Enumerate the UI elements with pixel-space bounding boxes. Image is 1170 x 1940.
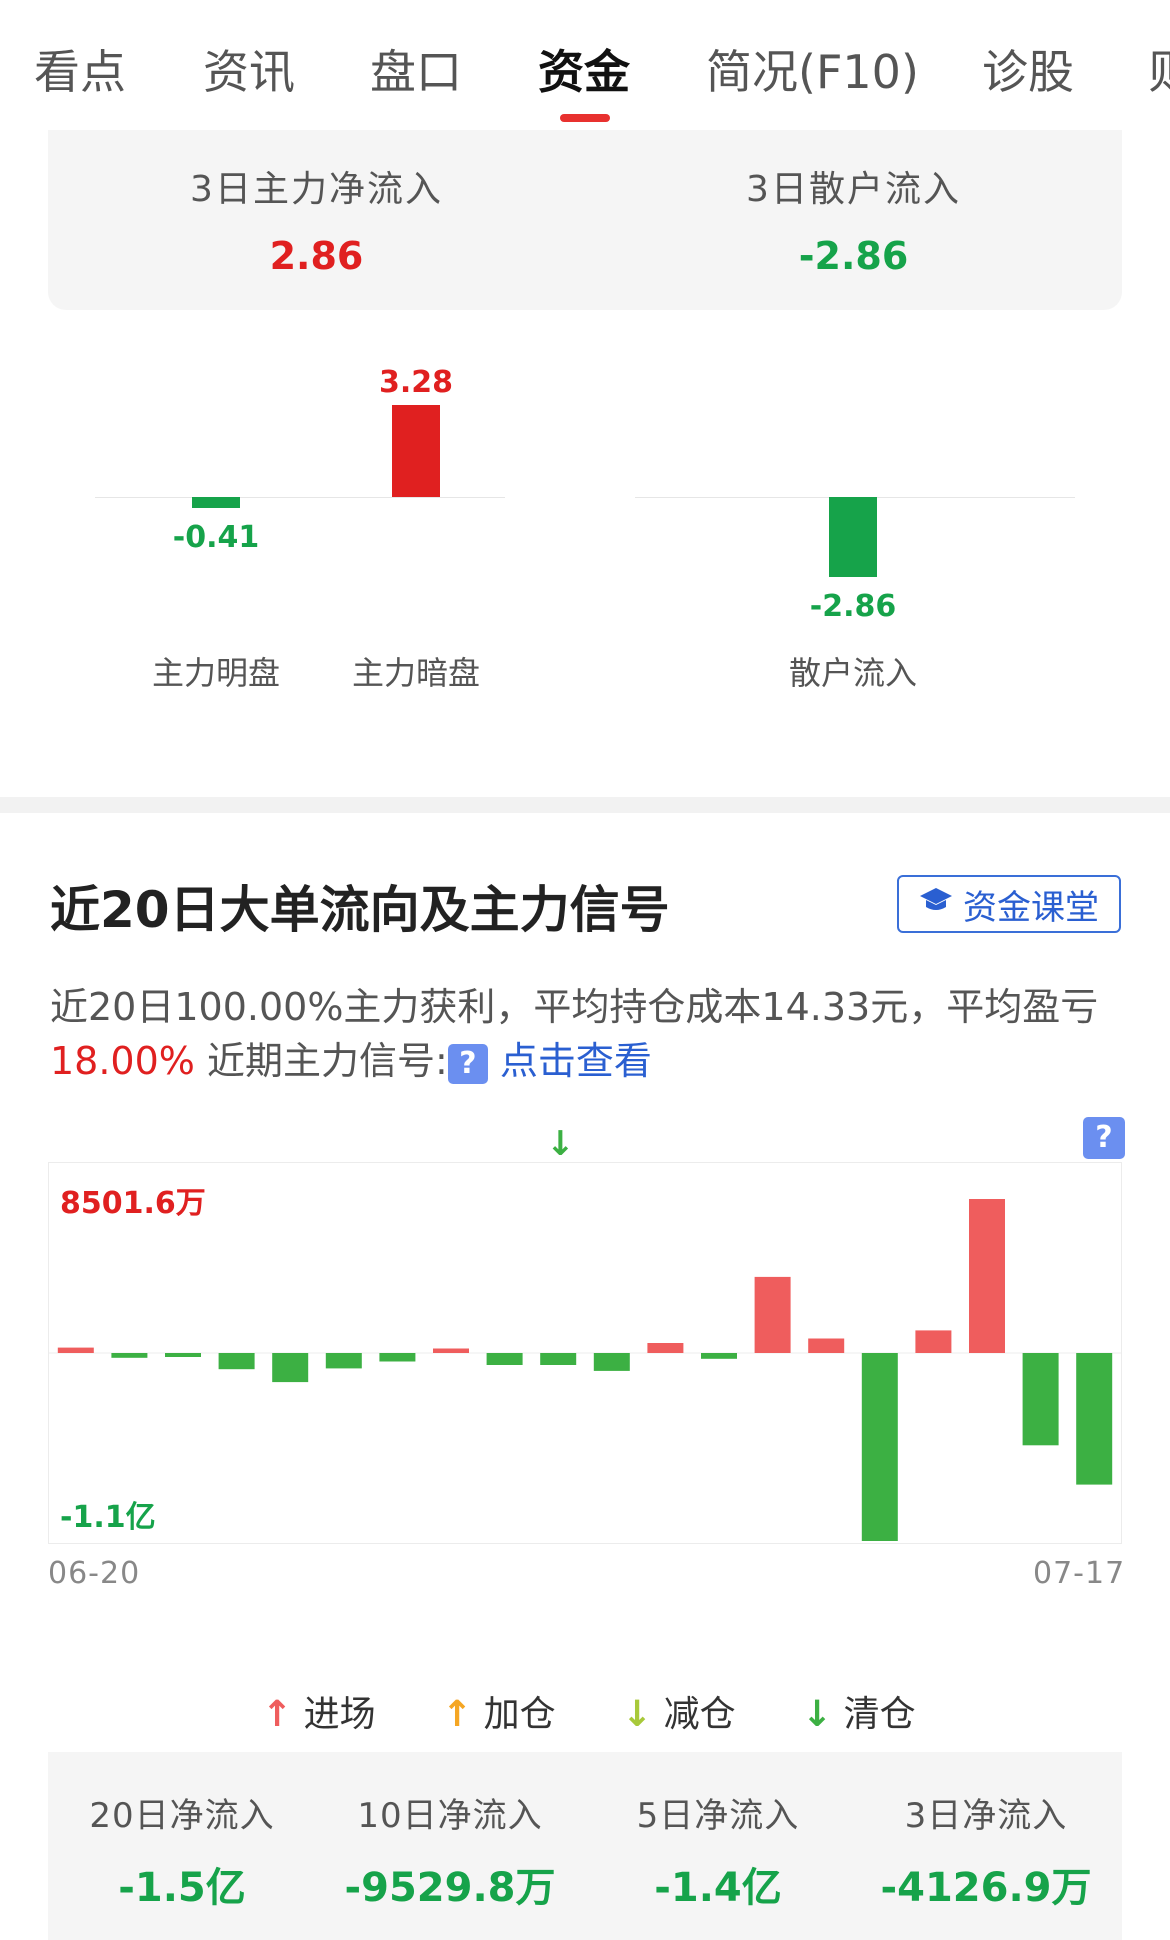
stat-3d: 3日净流入 -4126.9万: [852, 1788, 1120, 1913]
legend-clear-label: 清仓: [843, 1694, 916, 1735]
section-divider: [0, 797, 1170, 813]
legend-add-label: 加仓: [483, 1694, 556, 1735]
chart-end-date: 07-17: [1033, 1556, 1126, 1591]
active-tab-indicator: [560, 114, 610, 122]
flow-bar: [808, 1338, 845, 1353]
down-arrow-icon: ↓: [622, 1694, 653, 1735]
tab-diagnose[interactable]: 诊股: [982, 36, 1074, 102]
tab-more[interactable]: 则: [1148, 36, 1170, 102]
mini-bar-retail-label: 散户流入: [788, 654, 917, 692]
mini-bar-main-dark: [392, 405, 440, 497]
funds-course-label: 资金课堂: [963, 887, 1099, 928]
legend-reduce-label: 减仓: [663, 1694, 736, 1735]
stat-3d-label: 3日净流入: [904, 1796, 1068, 1836]
profit-percent: 18.00%: [50, 1039, 195, 1083]
signal-label: 近期主力信号:: [207, 1039, 448, 1083]
flow-bar: [754, 1276, 791, 1353]
net-inflow-stats: 20日净流入 -1.5亿 10日净流入 -9529.8万 5日净流入 -1.4亿…: [48, 1752, 1122, 1940]
chart-help-icon[interactable]: ?: [1083, 1117, 1125, 1159]
profit-description-text: 近20日100.00%主力获利，平均持仓成本14.33元，平均盈亏: [50, 985, 1099, 1029]
summary-retail-inflow: 3日散户流入 -2.86: [585, 160, 1122, 278]
summary-main-value: 2.86: [269, 234, 364, 278]
down-arrow-icon: ↓: [802, 1694, 833, 1735]
flow-chart: [49, 1199, 1121, 1541]
flow-bar: [272, 1353, 309, 1383]
flow-bar: [379, 1353, 416, 1362]
flow-bar: [486, 1353, 523, 1365]
tab-kandian[interactable]: 看点: [34, 36, 126, 102]
summary-card: 3日主力净流入 2.86 3日散户流入 -2.86: [48, 130, 1122, 310]
flow-bar: [861, 1353, 898, 1541]
mini-bar-retail-value: -2.86: [809, 589, 897, 625]
up-arrow-icon: ↑: [442, 1694, 473, 1735]
summary-main-label: 3日主力净流入: [190, 169, 443, 210]
legend-enter-label: 进场: [303, 1694, 376, 1735]
stat-10d-label: 10日净流入: [357, 1796, 543, 1836]
graduation-cap-icon: [919, 884, 953, 924]
tab-f10[interactable]: 简况(F10): [706, 36, 919, 102]
view-signal-link[interactable]: 点击查看: [500, 1039, 652, 1083]
flow-bar: [915, 1330, 952, 1353]
chart-start-date: 06-20: [48, 1556, 141, 1591]
flow-bar: [540, 1353, 577, 1365]
flow-bar: [111, 1353, 148, 1358]
flow-bar: [1022, 1353, 1059, 1446]
chart-max-label: 8501.6万: [60, 1186, 206, 1221]
up-arrow-icon: ↑: [262, 1694, 293, 1735]
flow-bar: [325, 1353, 362, 1369]
flow-bar: [969, 1199, 1005, 1353]
flow-bar: [57, 1347, 94, 1353]
flow-bar: [701, 1353, 737, 1359]
stat-5d-label: 5日净流入: [636, 1796, 800, 1836]
legend-clear: ↓ 清仓: [802, 1685, 916, 1737]
mini-bar-main-dark-label: 主力暗盘: [351, 654, 480, 692]
legend-enter: ↑ 进场: [262, 1685, 376, 1737]
flow-chart-frame: [48, 1162, 1122, 1544]
profit-description: 近20日100.00%主力获利，平均持仓成本14.33元，平均盈亏18.00% …: [50, 980, 1130, 1088]
stat-20d-label: 20日净流入: [89, 1796, 275, 1836]
mini-chart-baseline-left: [95, 497, 505, 498]
legend-add: ↑ 加仓: [442, 1685, 556, 1737]
mini-bar-main-open-label: 主力明盘: [151, 654, 280, 692]
help-icon[interactable]: ?: [447, 1043, 488, 1084]
chart-min-label: -1.1亿: [60, 1500, 156, 1535]
flow-bar: [165, 1353, 201, 1357]
stat-10d-value: -9529.8万: [344, 1865, 556, 1911]
stat-20d-value: -1.5亿: [118, 1865, 246, 1911]
flow-bar: [218, 1353, 255, 1370]
tab-funds[interactable]: 资金: [538, 36, 630, 102]
flow-bar: [647, 1343, 684, 1353]
stat-5d: 5日净流入 -1.4亿: [584, 1788, 852, 1913]
flow-bar: [1076, 1353, 1113, 1485]
section-title: 近20日大单流向及主力信号: [50, 881, 670, 939]
tab-bar: 看点 资讯 盘口 资金 简况(F10) 诊股 则: [0, 0, 1170, 130]
flow-bar: [433, 1348, 469, 1353]
tab-news[interactable]: 资讯: [203, 36, 295, 102]
stat-3d-value: -4126.9万: [880, 1865, 1092, 1911]
summary-main-inflow: 3日主力净流入 2.86: [48, 160, 585, 278]
tab-pankou[interactable]: 盘口: [370, 36, 462, 102]
clear-signal-arrow-icon: ↓: [546, 1124, 575, 1164]
legend-reduce: ↓ 减仓: [622, 1685, 736, 1737]
flow-bar: [593, 1353, 630, 1371]
funds-course-button[interactable]: 资金课堂: [897, 875, 1121, 933]
stat-20d: 20日净流入 -1.5亿: [48, 1788, 316, 1913]
mini-bar-retail: [829, 497, 877, 578]
mini-bar-main-open-value: -0.41: [172, 520, 260, 556]
mini-bar-main-dark-value: 3.28: [378, 365, 454, 401]
stat-10d: 10日净流入 -9529.8万: [316, 1788, 584, 1913]
summary-retail-value: -2.86: [798, 234, 909, 278]
stat-5d-value: -1.4亿: [654, 1865, 782, 1911]
mini-bar-main-open: [192, 497, 240, 509]
summary-retail-label: 3日散户流入: [746, 169, 961, 210]
